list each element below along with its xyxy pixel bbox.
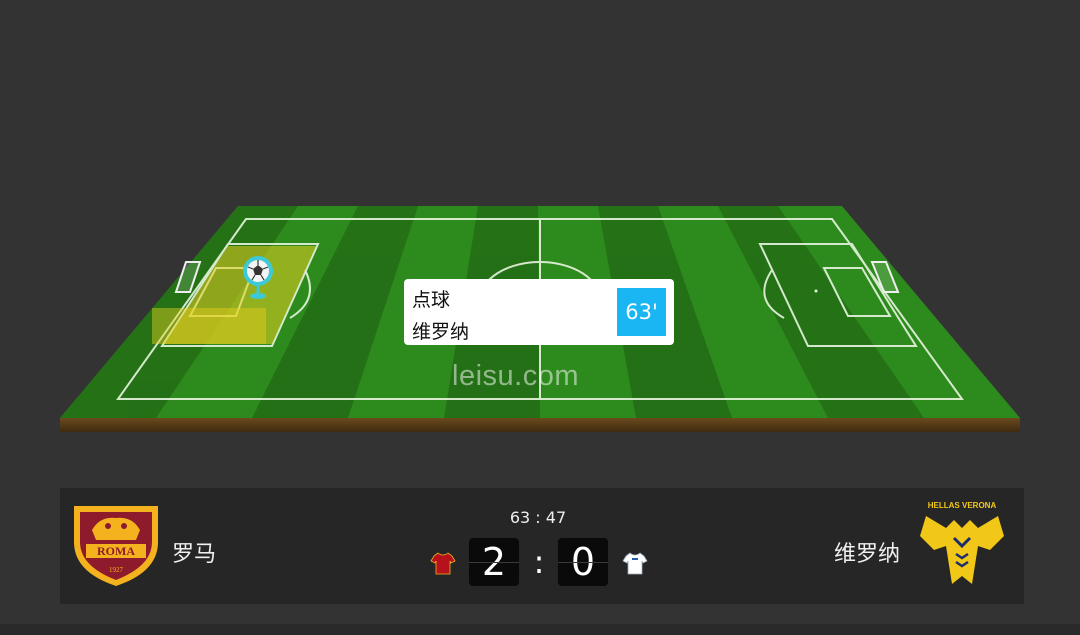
away-jersey-icon <box>622 552 648 575</box>
event-minute-badge: 63' <box>617 288 666 336</box>
home-team-name[interactable]: 罗马 <box>172 536 216 568</box>
svg-text:ROMA: ROMA <box>97 544 135 558</box>
away-team-logo[interactable]: HELLAS VERONA <box>916 498 1008 588</box>
away-team-name[interactable]: 维罗纳 <box>834 536 900 568</box>
event-team: 维罗纳 <box>412 321 470 343</box>
svg-text:HELLAS VERONA: HELLAS VERONA <box>928 501 997 510</box>
away-score: 0 <box>558 538 608 586</box>
watermark: leisu.com <box>452 360 579 392</box>
scoreboard: ROMA 1927 罗马 63 : 47 2 : 0 维罗纳 HELLAS VE… <box>60 488 1024 604</box>
pitch-field <box>60 206 1020 432</box>
event-type: 点球 <box>412 289 451 311</box>
score-separator: : <box>533 543 545 581</box>
match-clock: 63 : 47 <box>509 508 567 527</box>
home-jersey-icon <box>430 552 456 575</box>
home-score: 2 <box>469 538 519 586</box>
home-team-logo[interactable]: ROMA 1927 <box>70 500 162 588</box>
event-popup: 点球 维罗纳 63' <box>404 279 674 345</box>
penalty-spot-right <box>814 289 818 293</box>
bottom-strip <box>0 624 1080 635</box>
svg-text:1927: 1927 <box>109 566 124 574</box>
pitch-edge <box>60 418 1020 432</box>
attack-zone-front <box>152 308 266 344</box>
